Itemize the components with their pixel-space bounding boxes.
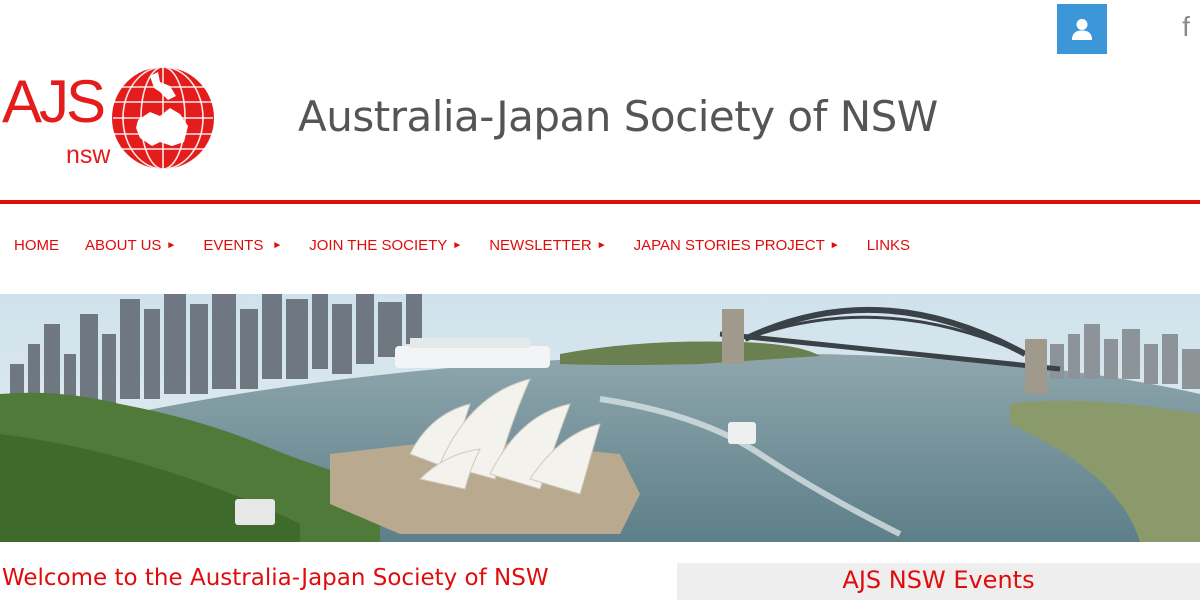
nav-item-label: EVENTS <box>203 236 264 254</box>
nav-item-label: LINKS <box>866 236 911 254</box>
submenu-arrow-icon: ► <box>166 239 177 251</box>
nav-item-label: ABOUT US <box>85 236 162 254</box>
nav-item-links[interactable]: LINKS <box>867 237 910 254</box>
hero-banner-image <box>0 294 1200 542</box>
logo-subtext: nsw <box>66 141 111 169</box>
nav-item-about-us[interactable]: ABOUT US ► <box>85 237 176 254</box>
login-button[interactable] <box>1057 4 1107 54</box>
top-bar: f <box>0 0 1200 60</box>
header-divider <box>0 200 1200 204</box>
nav-item-home[interactable]: HOME <box>14 237 59 254</box>
site-title[interactable]: Australia-Japan Society of NSW <box>298 92 938 142</box>
logo-text: AJS <box>2 68 106 135</box>
submenu-arrow-icon: ► <box>596 239 607 251</box>
nav-item-label: NEWSLETTER <box>489 236 592 254</box>
sydney-harbour-illustration <box>0 294 1200 542</box>
user-icon <box>1072 19 1092 40</box>
submenu-arrow-icon: ► <box>829 239 840 251</box>
facebook-icon: f <box>1182 11 1190 42</box>
events-heading: AJS NSW Events <box>842 566 1035 594</box>
nav-item-events[interactable]: EVENTS ► <box>203 237 282 254</box>
nav-item-join-the-society[interactable]: JOIN THE SOCIETY ► <box>309 237 462 254</box>
nav-item-label: JAPAN STORIES PROJECT <box>633 236 825 254</box>
events-sidebar: AJS NSW Events <box>677 563 1200 600</box>
nav-item-label: HOME <box>14 236 59 254</box>
facebook-link[interactable]: f <box>1176 12 1196 42</box>
nav-item-japan-stories-project[interactable]: JAPAN STORIES PROJECT ► <box>634 237 840 254</box>
submenu-arrow-icon: ► <box>272 239 283 251</box>
main-nav: HOME ABOUT US ► EVENTS ► JOIN THE SOCIET… <box>0 232 910 258</box>
welcome-heading: Welcome to the Australia-Japan Society o… <box>2 565 549 591</box>
nav-item-label: JOIN THE SOCIETY <box>309 236 448 254</box>
submenu-arrow-icon: ► <box>452 239 463 251</box>
nav-item-newsletter[interactable]: NEWSLETTER ► <box>489 237 606 254</box>
site-logo[interactable]: AJS nsw <box>0 62 220 180</box>
